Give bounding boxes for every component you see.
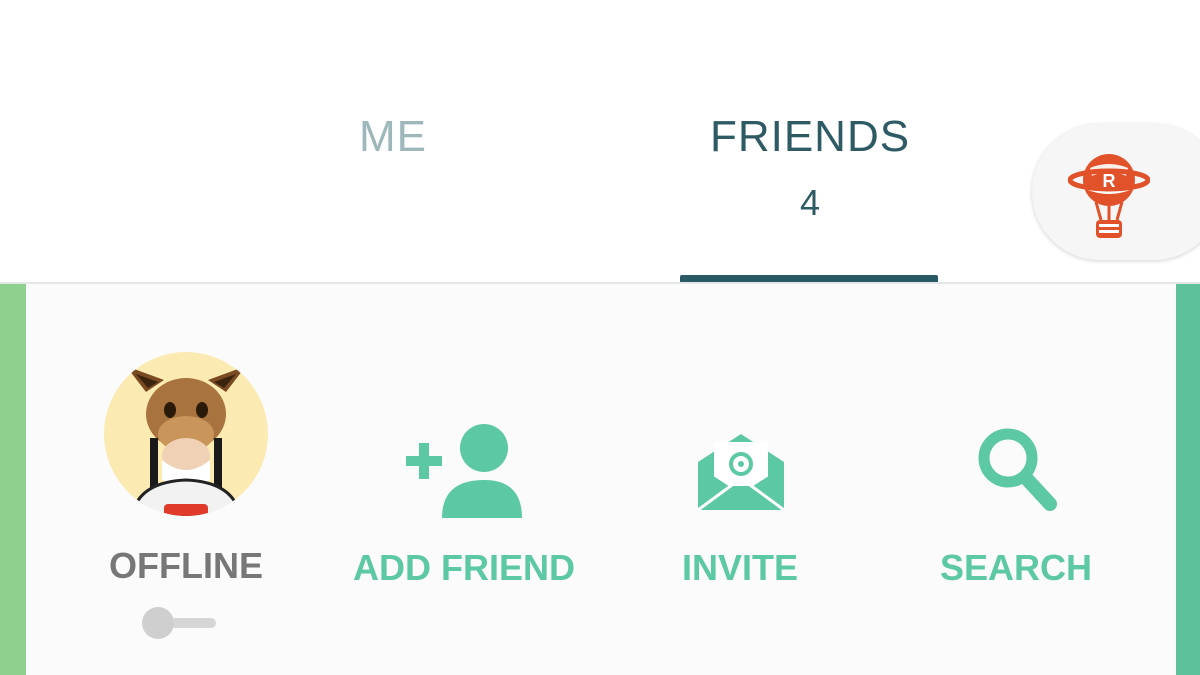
panel-border-right [1176, 284, 1200, 675]
envelope-icon [697, 434, 785, 512]
online-toggle[interactable] [140, 606, 220, 640]
add-person-icon [406, 424, 522, 518]
invite-label: INVITE [681, 547, 798, 588]
svg-text:R: R [1103, 171, 1116, 191]
tab-me[interactable]: ME [330, 112, 456, 162]
add-friend-label: ADD FRIEND [353, 547, 575, 588]
search-icon [978, 428, 1057, 511]
offline-label: OFFLINE [109, 545, 263, 586]
team-rocket-balloon-icon: R [1068, 154, 1150, 238]
eevee-avatar-icon [126, 366, 246, 516]
tab-bar: ME FRIENDS 4 R [0, 0, 1200, 284]
search-label: SEARCH [939, 547, 1092, 588]
avatar[interactable] [104, 352, 268, 516]
friends-count: 4 [799, 182, 821, 223]
tab-friends[interactable]: FRIENDS [690, 112, 930, 162]
